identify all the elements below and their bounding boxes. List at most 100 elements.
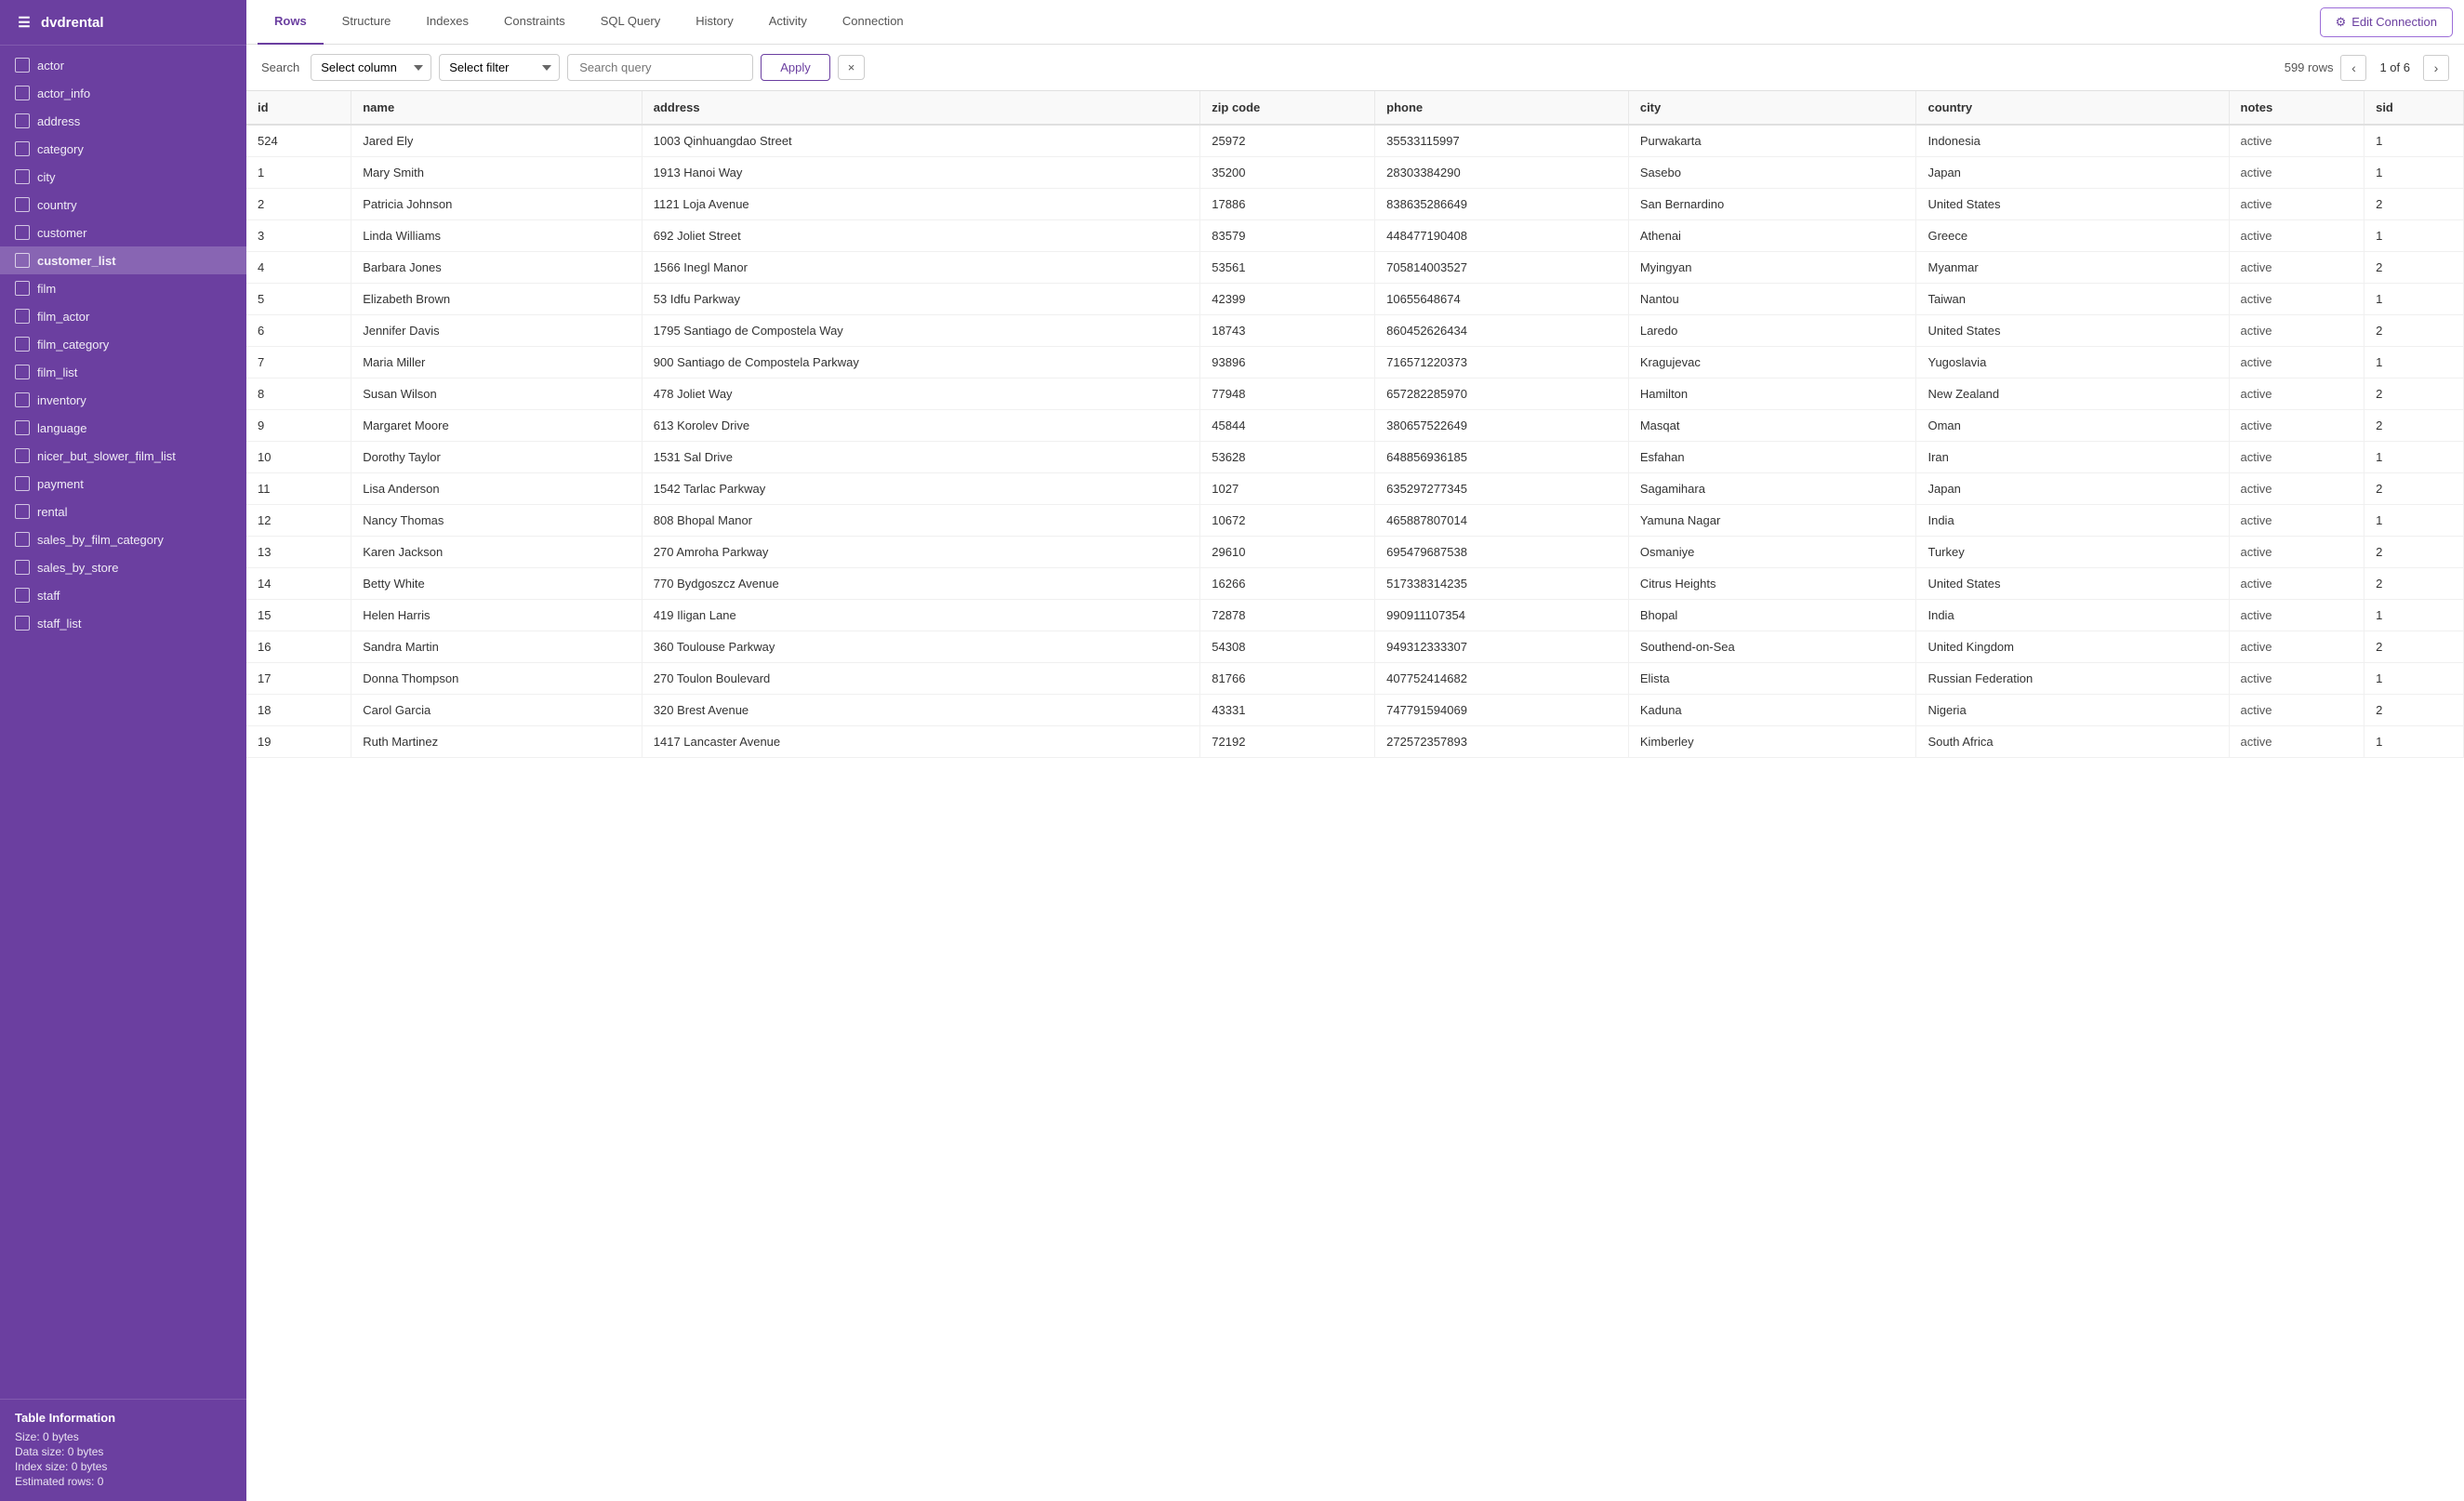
cell-phone: 648856936185 — [1375, 442, 1629, 473]
cell-name: Sandra Martin — [351, 631, 642, 663]
cell-phone: 657282285970 — [1375, 379, 1629, 410]
cell-name: Jared Ely — [351, 125, 642, 157]
table-row[interactable]: 18Carol Garcia320 Brest Avenue4333174779… — [246, 695, 2464, 726]
cell-address: 1531 Sal Drive — [642, 442, 1200, 473]
nav-tab-structure[interactable]: Structure — [325, 0, 408, 45]
table-row[interactable]: 10Dorothy Taylor1531 Sal Drive5362864885… — [246, 442, 2464, 473]
sidebar-item-language[interactable]: language — [0, 414, 246, 442]
cell-address: 419 Iligan Lane — [642, 600, 1200, 631]
next-page-button[interactable]: › — [2423, 55, 2449, 81]
sidebar-item-label: actor — [37, 59, 64, 73]
cell-name: Maria Miller — [351, 347, 642, 379]
sidebar-item-actor[interactable]: actor — [0, 51, 246, 79]
cell-zipcode: 93896 — [1200, 347, 1375, 379]
search-label: Search — [261, 60, 299, 74]
cell-address: 900 Santiago de Compostela Parkway — [642, 347, 1200, 379]
table-row[interactable]: 1Mary Smith1913 Hanoi Way352002830338429… — [246, 157, 2464, 189]
table-row[interactable]: 3Linda Williams692 Joliet Street83579448… — [246, 220, 2464, 252]
table-body: 524Jared Ely1003 Qinhuangdao Street25972… — [246, 125, 2464, 758]
table-row[interactable]: 7Maria Miller900 Santiago de Compostela … — [246, 347, 2464, 379]
prev-page-button[interactable]: ‹ — [2340, 55, 2366, 81]
cell-sid: 2 — [2365, 473, 2464, 505]
sidebar-item-actor_info[interactable]: actor_info — [0, 79, 246, 107]
nav-tab-rows[interactable]: Rows — [258, 0, 324, 45]
sidebar-item-label: staff — [37, 589, 60, 603]
sidebar-item-country[interactable]: country — [0, 191, 246, 219]
sidebar-item-label: film_actor — [37, 310, 89, 324]
cell-name: Margaret Moore — [351, 410, 642, 442]
sidebar-item-payment[interactable]: payment — [0, 470, 246, 498]
table-row[interactable]: 12Nancy Thomas808 Bhopal Manor1067246588… — [246, 505, 2464, 537]
table-row[interactable]: 14Betty White770 Bydgoszcz Avenue1626651… — [246, 568, 2464, 600]
table-row[interactable]: 6Jennifer Davis1795 Santiago de Composte… — [246, 315, 2464, 347]
sidebar-item-category[interactable]: category — [0, 135, 246, 163]
table-icon — [15, 337, 30, 352]
sidebar-item-film_list[interactable]: film_list — [0, 358, 246, 386]
cell-phone: 990911107354 — [1375, 600, 1629, 631]
cell-name: Barbara Jones — [351, 252, 642, 284]
sidebar-item-address[interactable]: address — [0, 107, 246, 135]
edit-conn-icon: ⚙ — [2336, 15, 2347, 30]
table-row[interactable]: 2Patricia Johnson1121 Loja Avenue1788683… — [246, 189, 2464, 220]
table-row[interactable]: 4Barbara Jones1566 Inegl Manor5356170581… — [246, 252, 2464, 284]
sidebar-item-customer_list[interactable]: customer_list — [0, 246, 246, 274]
table-row[interactable]: 9Margaret Moore613 Korolev Drive45844380… — [246, 410, 2464, 442]
table-icon — [15, 560, 30, 575]
nav-tab-constraints[interactable]: Constraints — [487, 0, 582, 45]
cell-sid: 2 — [2365, 695, 2464, 726]
cell-city: Myingyan — [1628, 252, 1916, 284]
sidebar-item-nicer_but_slower_film_list[interactable]: nicer_but_slower_film_list — [0, 442, 246, 470]
nav-tab-indexes[interactable]: Indexes — [409, 0, 485, 45]
cell-notes: active — [2229, 726, 2365, 758]
edit-connection-button[interactable]: ⚙ Edit Connection — [2320, 7, 2453, 37]
sidebar-item-staff_list[interactable]: staff_list — [0, 609, 246, 637]
cell-notes: active — [2229, 442, 2365, 473]
sidebar-item-sales_by_film_category[interactable]: sales_by_film_category — [0, 525, 246, 553]
table-row[interactable]: 15Helen Harris419 Iligan Lane72878990911… — [246, 600, 2464, 631]
table-row[interactable]: 8Susan Wilson478 Joliet Way7794865728228… — [246, 379, 2464, 410]
cell-zipcode: 29610 — [1200, 537, 1375, 568]
cell-sid: 2 — [2365, 252, 2464, 284]
sidebar-item-film_actor[interactable]: film_actor — [0, 302, 246, 330]
nav-tab-connection[interactable]: Connection — [826, 0, 921, 45]
cell-name: Betty White — [351, 568, 642, 600]
sidebar-item-film_category[interactable]: film_category — [0, 330, 246, 358]
sidebar-header[interactable]: ☰ dvdrental — [0, 0, 246, 46]
table-row[interactable]: 11Lisa Anderson1542 Tarlac Parkway102763… — [246, 473, 2464, 505]
cell-notes: active — [2229, 284, 2365, 315]
table-icon — [15, 476, 30, 491]
cell-id: 11 — [246, 473, 351, 505]
cell-notes: active — [2229, 379, 2365, 410]
cell-phone: 716571220373 — [1375, 347, 1629, 379]
nav-tab-activity[interactable]: Activity — [752, 0, 824, 45]
cell-phone: 465887807014 — [1375, 505, 1629, 537]
sidebar-item-staff[interactable]: staff — [0, 581, 246, 609]
sidebar-item-city[interactable]: city — [0, 163, 246, 191]
cell-city: Kaduna — [1628, 695, 1916, 726]
cell-name: Susan Wilson — [351, 379, 642, 410]
cell-name: Mary Smith — [351, 157, 642, 189]
apply-button[interactable]: Apply — [761, 54, 830, 81]
sidebar-item-rental[interactable]: rental — [0, 498, 246, 525]
table-row[interactable]: 17Donna Thompson270 Toulon Boulevard8176… — [246, 663, 2464, 695]
table-row[interactable]: 16Sandra Martin360 Toulouse Parkway54308… — [246, 631, 2464, 663]
cell-phone: 10655648674 — [1375, 284, 1629, 315]
cell-country: Yugoslavia — [1916, 347, 2229, 379]
cell-sid: 2 — [2365, 537, 2464, 568]
cell-sid: 1 — [2365, 505, 2464, 537]
filter-select[interactable]: Select filter — [439, 54, 560, 81]
sidebar-item-inventory[interactable]: inventory — [0, 386, 246, 414]
search-input[interactable] — [567, 54, 753, 81]
nav-tab-history[interactable]: History — [679, 0, 749, 45]
cell-phone: 517338314235 — [1375, 568, 1629, 600]
nav-tab-sql-query[interactable]: SQL Query — [584, 0, 678, 45]
table-row[interactable]: 524Jared Ely1003 Qinhuangdao Street25972… — [246, 125, 2464, 157]
sidebar-item-sales_by_store[interactable]: sales_by_store — [0, 553, 246, 581]
column-select[interactable]: Select column — [311, 54, 431, 81]
sidebar-item-film[interactable]: film — [0, 274, 246, 302]
clear-button[interactable]: × — [838, 55, 866, 80]
table-row[interactable]: 13Karen Jackson270 Amroha Parkway2961069… — [246, 537, 2464, 568]
table-row[interactable]: 5Elizabeth Brown53 Idfu Parkway423991065… — [246, 284, 2464, 315]
sidebar-item-customer[interactable]: customer — [0, 219, 246, 246]
table-row[interactable]: 19Ruth Martinez1417 Lancaster Avenue7219… — [246, 726, 2464, 758]
